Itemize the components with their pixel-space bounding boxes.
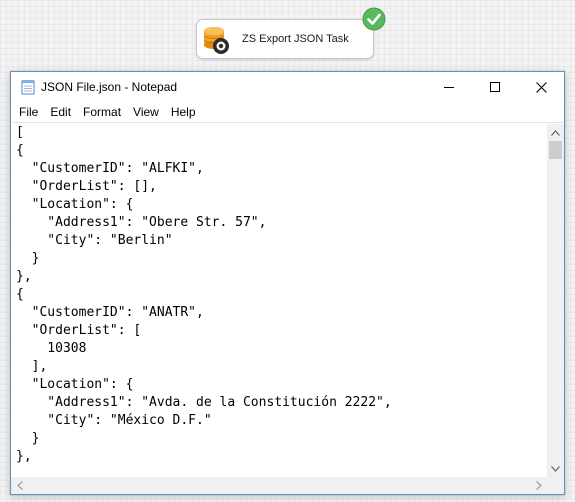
chevron-right-icon [535,481,542,490]
vertical-scroll-thumb[interactable] [549,141,562,159]
editor-line: "OrderList": [ [16,323,142,338]
menu-bar: File Edit Format View Help [11,102,564,122]
editor-line: "Address1": "Avda. de la Constitución 22… [16,395,392,410]
export-json-task-card[interactable]: ZS Export JSON Task [196,19,374,59]
chevron-down-icon [551,465,560,472]
editor-line: "Location": { [16,197,134,212]
editor-line: "Location": { [16,377,134,392]
menu-file[interactable]: File [13,102,44,122]
editor-line: }, [16,449,32,464]
editor-line: [ [16,125,24,140]
success-check-icon [362,7,386,31]
notepad-icon [21,80,35,95]
title-bar[interactable]: JSON File.json - Notepad [11,72,564,102]
minimize-button[interactable] [426,72,472,102]
editor-line: { [16,143,24,158]
editor-line: }, [16,269,32,284]
scrollbar-corner [547,477,564,494]
scroll-down-button[interactable] [547,460,564,477]
menu-format[interactable]: Format [77,102,127,122]
editor-line: "Address1": "Obere Str. 57", [16,215,267,230]
editor-line: { [16,287,24,302]
maximize-icon [490,82,500,92]
editor-line: "City": "Berlin" [16,233,173,248]
editor-line: 10308 [16,341,87,356]
menu-view[interactable]: View [127,102,165,122]
chevron-left-icon [16,481,23,490]
editor-line: "City": "México D.F." [16,413,212,428]
maximize-button[interactable] [472,72,518,102]
menu-edit[interactable]: Edit [44,102,77,122]
window-title: JSON File.json - Notepad [41,80,178,94]
editor-line: "CustomerID": "ALFKI", [16,161,204,176]
scroll-right-button[interactable] [530,477,547,494]
editor-line: "OrderList": [], [16,179,157,194]
editor-line: "CustomerID": "ANATR", [16,305,204,320]
minimize-icon [444,87,454,88]
editor-line: } [16,431,40,446]
notepad-window: JSON File.json - Notepad File Edit Forma… [10,71,565,495]
horizontal-scrollbar[interactable] [11,477,547,494]
task-label: ZS Export JSON Task [242,33,349,45]
editor-line: ], [16,359,48,374]
close-button[interactable] [518,72,564,102]
close-icon [535,81,547,93]
scroll-left-button[interactable] [11,477,28,494]
database-export-icon [203,27,229,54]
menu-help[interactable]: Help [165,102,202,122]
editor-content[interactable]: [ { "CustomerID": "ALFKI", "OrderList": … [16,124,546,476]
chevron-up-icon [551,129,560,136]
text-editor[interactable]: [ { "CustomerID": "ALFKI", "OrderList": … [11,122,564,494]
scroll-up-button[interactable] [547,124,564,141]
editor-line: } [16,251,40,266]
vertical-scrollbar[interactable] [547,124,564,477]
